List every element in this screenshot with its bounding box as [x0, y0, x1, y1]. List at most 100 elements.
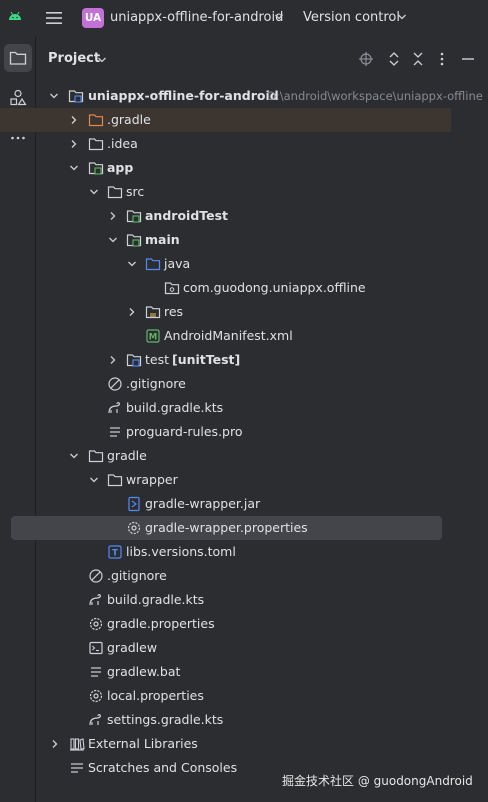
folder-icon: [107, 474, 123, 487]
hamburger-icon[interactable]: [45, 9, 63, 27]
tree-label: settings.gradle.kts: [107, 712, 224, 727]
tree-item-manifest[interactable]: M AndroidManifest.xml: [0, 324, 451, 348]
chevron-right-icon[interactable]: [127, 307, 137, 317]
tree-item-test[interactable]: test [unitTest]: [0, 348, 451, 372]
tree-item-androidtest[interactable]: androidTest: [0, 204, 451, 228]
tree-label: res: [164, 304, 184, 319]
tree-item-wrapper[interactable]: wrapper: [0, 468, 451, 492]
tree-item-idea[interactable]: .idea: [0, 132, 451, 156]
chevron-down-icon[interactable]: [397, 12, 407, 22]
tree-label: proguard-rules.pro: [126, 424, 243, 439]
tree-label: Scratches and Consoles: [88, 760, 238, 775]
tree-label: wrapper: [126, 472, 178, 487]
tree-item-res[interactable]: res: [0, 300, 451, 324]
project-tool-button[interactable]: [4, 44, 32, 72]
chevron-down-icon[interactable]: [97, 55, 107, 65]
tree-label: gradlew: [107, 640, 158, 655]
tree-label: app: [107, 160, 134, 175]
tree-item-libs-versions[interactable]: T libs.versions.toml: [0, 540, 451, 564]
tree-item-local-properties[interactable]: local.properties: [0, 684, 451, 708]
folder-icon: [9, 51, 27, 65]
tree-label: .idea: [107, 136, 138, 151]
chevron-right-icon[interactable]: [69, 115, 79, 125]
tree-item-src[interactable]: src: [0, 180, 451, 204]
project-badge[interactable]: UA: [82, 8, 104, 28]
tree-item-app-gitignore[interactable]: .gitignore: [0, 372, 451, 396]
chevron-down-icon[interactable]: [69, 451, 79, 461]
project-name[interactable]: uniappx-offline-for-android: [110, 10, 283, 25]
tree-label: .gitignore: [107, 568, 167, 583]
tree-item-gradlew-bat[interactable]: gradlew.bat: [0, 660, 451, 684]
chevron-right-icon[interactable]: [108, 355, 118, 365]
tree-item-package[interactable]: com.guodong.uniappx.offline: [0, 276, 451, 300]
chevron-down-icon[interactable]: [89, 187, 99, 197]
watermark: 掘金技术社区 @ guodongAndroid: [282, 774, 473, 788]
module-folder-icon: [126, 234, 142, 247]
tree-item-app-build-gradle[interactable]: build.gradle.kts: [0, 396, 451, 420]
tree-label: build.gradle.kts: [126, 400, 224, 415]
tree-item-external-libraries[interactable]: External Libraries: [0, 732, 451, 756]
tree-label: uniappx-offline-for-android: [88, 88, 279, 103]
shell-script-icon: [89, 641, 103, 655]
tree-item-gradlew[interactable]: gradlew: [0, 636, 451, 660]
tree-label: .gitignore: [126, 376, 186, 391]
collapse-all-icon[interactable]: [410, 51, 426, 67]
chevron-down-icon[interactable]: [127, 259, 137, 269]
chevron-right-icon[interactable]: [108, 211, 118, 221]
hide-icon[interactable]: [460, 51, 476, 67]
project-path: D:\android\workspace\uniappx-offline: [267, 89, 483, 103]
chevron-down-icon[interactable]: [89, 475, 99, 485]
tree-item-root-build-gradle[interactable]: build.gradle.kts: [0, 588, 451, 612]
tree-label: AndroidManifest.xml: [164, 328, 293, 343]
tree-label: main: [145, 232, 180, 247]
folder-icon: [88, 450, 104, 463]
tree-label: External Libraries: [88, 736, 198, 751]
source-folder-icon: [145, 258, 161, 271]
tree-label: test: [145, 352, 170, 367]
tree-label: com.guodong.uniappx.offline: [183, 280, 366, 295]
chevron-down-icon[interactable]: [274, 12, 284, 22]
gradle-icon: [108, 401, 120, 414]
tree-item-gradle-properties[interactable]: gradle.properties: [0, 612, 451, 636]
module-folder-icon: [68, 90, 84, 103]
tree-item-root[interactable]: uniappx-offline-for-android D:\android\w…: [0, 84, 483, 108]
svg-text:T: T: [112, 549, 118, 559]
settings-file-icon: [89, 617, 103, 631]
tree-item-app[interactable]: app: [0, 156, 451, 180]
tree-item-java[interactable]: java: [0, 252, 451, 276]
tree-label: gradlew.bat: [107, 664, 181, 679]
tree-item-root-gitignore[interactable]: .gitignore: [0, 564, 451, 588]
package-icon: [164, 282, 180, 295]
tree-label: gradle-wrapper.properties: [145, 520, 308, 535]
library-icon: [70, 738, 85, 751]
settings-file-icon: [127, 521, 141, 535]
chevron-right-icon[interactable]: [50, 739, 60, 749]
tree-label: build.gradle.kts: [107, 592, 205, 607]
expand-all-icon[interactable]: [386, 51, 402, 67]
tree-item-gradle-cache[interactable]: .gradle: [0, 108, 451, 132]
scratches-icon: [71, 763, 83, 773]
tree-label: .gradle: [107, 112, 151, 127]
options-icon[interactable]: [434, 51, 450, 67]
locate-icon[interactable]: [358, 51, 374, 67]
chevron-down-icon[interactable]: [108, 235, 118, 245]
tree-item-gradle-folder[interactable]: gradle: [0, 444, 451, 468]
version-control-menu[interactable]: Version control: [303, 10, 400, 25]
gradle-icon: [89, 593, 101, 606]
tree-item-settings-gradle[interactable]: settings.gradle.kts: [0, 708, 451, 732]
settings-file-icon: [89, 689, 103, 703]
tree-item-wrapper-jar[interactable]: gradle-wrapper.jar: [0, 492, 451, 516]
tree-label: gradle-wrapper.jar: [145, 496, 261, 511]
tree-item-main[interactable]: main: [0, 228, 451, 252]
chevron-right-icon[interactable]: [69, 139, 79, 149]
chevron-down-icon[interactable]: [49, 91, 59, 101]
tree-label: java: [164, 256, 191, 271]
tree-item-wrapper-properties[interactable]: gradle-wrapper.properties: [11, 516, 442, 540]
panel-title[interactable]: Project: [48, 51, 100, 66]
tree-item-proguard[interactable]: proguard-rules.pro: [0, 420, 451, 444]
tree-label: gradle.properties: [107, 616, 215, 631]
chevron-down-icon[interactable]: [69, 163, 79, 173]
resource-folder-icon: [145, 306, 161, 319]
gradle-icon: [89, 713, 101, 726]
tree-label: src: [126, 184, 145, 199]
